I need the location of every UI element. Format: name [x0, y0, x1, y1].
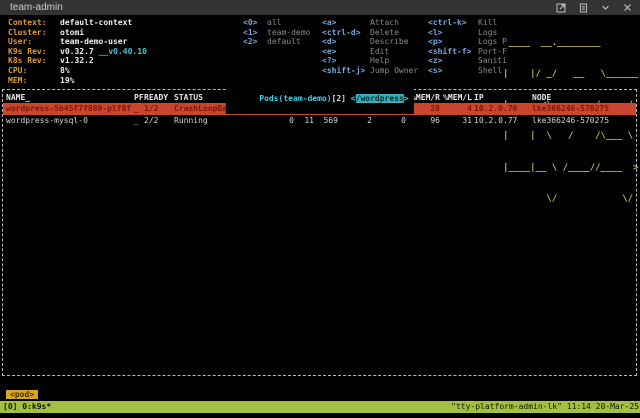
cell-ip: 10.2.0.77: [472, 115, 524, 126]
tmux-host-time: "tty-platform-admin-lk" 11:14 20-Mar-25: [451, 401, 640, 413]
menu-item-ns-team-demo: <1>team-demo: [243, 28, 310, 38]
menu-item-help: <?>Help: [322, 56, 428, 66]
menu-item-port-forward: <shift-f>Port-F: [428, 47, 508, 57]
menu-item-logs: <l>Logs: [428, 28, 508, 38]
col-mem-l[interactable]: %MEM/L: [440, 92, 472, 103]
col-ready[interactable]: READY: [144, 92, 174, 103]
cell-node: lke366246-570275: [524, 115, 633, 126]
chevron-down-icon[interactable]: [601, 3, 610, 12]
pod-count: [2]: [332, 94, 351, 103]
menu-item-shell: <s>Shell: [428, 66, 508, 76]
menu-item-ns-all: <0>all: [243, 18, 310, 28]
cell-restarts: 0: [250, 115, 294, 126]
cell-name: wordpress-mysql-0: [6, 115, 134, 126]
menu-item-jump-owner: <shift-j>Jump Owner: [322, 66, 428, 76]
table-row-wordpress-mysql[interactable]: wordpress-mysql-0 _ 2/2 Running 0 11 569…: [3, 115, 636, 126]
cell-status: Running: [174, 115, 250, 126]
breadcrumb-pod: <pod>: [6, 390, 38, 399]
action-menu-1: <a>Attach <ctrl-d>Delete <d>Describe <e>…: [322, 18, 428, 76]
info-user: User:team-demo-user: [8, 37, 147, 47]
cell-cpu-r: 2: [338, 115, 372, 126]
active-filter: /wordpress: [356, 94, 404, 103]
info-cluster: Cluster:otomi: [8, 28, 147, 38]
action-menu-2: <ctrl-k>Kill <l>Logs <p>Logs P <shift-f>…: [428, 18, 508, 76]
info-mem: MEM:19%: [8, 76, 147, 86]
window-titlebar: team-admin: [0, 0, 640, 15]
cell-node: lke366246-570275: [524, 103, 633, 114]
tmux-status-bar: [0] 0:k9s* "tty-platform-admin-lk" 11:14…: [0, 401, 640, 413]
cell-ready: 2/2: [144, 115, 174, 126]
menu-item-kill: <ctrl-k>Kill: [428, 18, 508, 28]
cell-cpu: 11: [294, 115, 314, 126]
close-icon[interactable]: [623, 3, 632, 12]
copy-tab-icon[interactable]: [579, 3, 588, 13]
col-ip[interactable]: IP: [472, 92, 524, 103]
menu-item-sanitize: <z>Saniti: [428, 56, 508, 66]
cell-mem: 569: [314, 115, 338, 126]
cell-name: wordpress-5b45f7f889-plf8f: [6, 103, 134, 114]
info-k8s-rev: K8s Rev:v1.32.2: [8, 56, 147, 66]
terminal-window: team-admin Context:default-context Clust…: [0, 0, 640, 418]
menu-item-describe: <d>Describe: [322, 37, 428, 47]
cell-pf: _: [134, 115, 144, 126]
cell-mem-l: 4: [440, 103, 472, 114]
cell-mem-r: 96: [406, 115, 440, 126]
namespace-scope: (team-demo): [279, 94, 332, 103]
window-controls: [556, 0, 632, 15]
cell-ready: 1/2: [144, 103, 174, 114]
cell-ip: 10.2.0.76: [472, 103, 524, 114]
info-k9s-rev: K9s Rev:v0.32.7__v0.40.10: [8, 47, 147, 57]
info-cpu: CPU:8%: [8, 66, 147, 76]
window-title: team-admin: [10, 2, 63, 13]
namespace-menu: <0>all <1>team-demo <2>default: [243, 18, 310, 47]
cell-mem-l: 31: [440, 115, 472, 126]
menu-item-edit: <e>Edit: [322, 47, 428, 57]
col-node[interactable]: NODE: [524, 92, 633, 103]
menu-item-delete: <ctrl-d>Delete: [322, 28, 428, 38]
col-name[interactable]: NAME_: [6, 92, 134, 103]
cell-pf: _: [134, 103, 144, 114]
menu-item-ns-default: <2>default: [243, 37, 310, 47]
cell-cpu-l: 0: [372, 115, 406, 126]
pods-table-title: Pods(team-demo)[2] </wordpress>: [225, 84, 413, 114]
info-context: Context:default-context: [8, 18, 147, 28]
tmux-session-info: [0] 0:k9s*: [0, 401, 51, 413]
breadcrumb: <pod>: [6, 382, 38, 401]
col-pf[interactable]: PF: [134, 92, 144, 103]
menu-item-logs-previous: <p>Logs P: [428, 37, 508, 47]
menu-item-attach: <a>Attach: [322, 18, 428, 28]
pods-table: Pods(team-demo)[2] </wordpress> NAME_ PF…: [2, 89, 637, 376]
new-window-icon[interactable]: [556, 3, 566, 13]
k9s-upgrade-version: __v0.40.10: [99, 47, 147, 56]
cluster-info-panel: Context:default-context Cluster:otomi Us…: [8, 18, 147, 85]
resource-name: Pods: [259, 94, 278, 103]
